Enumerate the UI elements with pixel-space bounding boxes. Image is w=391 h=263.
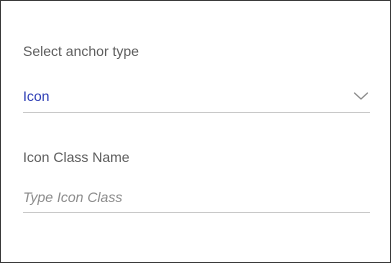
icon-class-label: Icon Class Name (23, 149, 130, 165)
anchor-type-selected-value: Icon (23, 88, 50, 104)
anchor-type-select[interactable]: Icon (23, 87, 370, 113)
chevron-down-icon (353, 92, 369, 100)
anchor-settings-panel: Select anchor type Icon Icon Class Name (0, 0, 391, 263)
anchor-type-label: Select anchor type (23, 43, 139, 59)
icon-class-field: Icon Class Name (23, 147, 370, 213)
icon-class-input[interactable] (23, 188, 370, 213)
anchor-type-field: Select anchor type Icon (23, 41, 370, 113)
